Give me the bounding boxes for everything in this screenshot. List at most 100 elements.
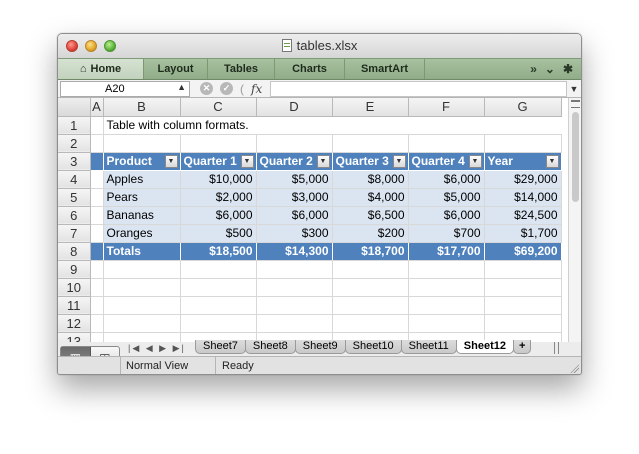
column-header-a[interactable]: A xyxy=(90,98,104,117)
row-header[interactable]: 2 xyxy=(58,134,91,153)
row-header[interactable]: 5 xyxy=(58,188,91,207)
cancel-entry-icon[interactable]: ✕ xyxy=(200,82,213,95)
split-handle[interactable] xyxy=(571,100,580,108)
filter-dropdown-icon[interactable]: ▼ xyxy=(164,154,178,168)
table-cell[interactable]: $24,500 xyxy=(484,206,562,225)
cell[interactable] xyxy=(256,134,333,153)
table-cell[interactable]: $6,000 xyxy=(256,206,333,225)
cell[interactable] xyxy=(90,314,104,333)
row-header[interactable]: 6 xyxy=(58,206,91,225)
ribbon-tab-smartart[interactable]: SmartArt xyxy=(345,59,425,79)
insert-function-icon[interactable]: fx xyxy=(251,82,262,96)
cell[interactable] xyxy=(332,134,409,153)
sheet-tab-sheet12[interactable]: Sheet12 xyxy=(455,340,514,354)
table-cell[interactable]: $6,000 xyxy=(408,206,485,225)
sheet-tab-sheet8[interactable]: Sheet8 xyxy=(244,340,296,354)
cell[interactable] xyxy=(90,206,104,225)
cell[interactable] xyxy=(484,134,562,153)
filter-dropdown-icon[interactable]: ▼ xyxy=(392,154,406,168)
table-header-cell[interactable]: Product ▼ xyxy=(103,152,181,171)
cell[interactable] xyxy=(484,296,562,315)
cell[interactable] xyxy=(180,314,257,333)
gear-icon[interactable]: ✱ xyxy=(563,62,573,76)
total-cell[interactable]: $18,500 xyxy=(180,242,257,261)
cell[interactable] xyxy=(180,296,257,315)
row-header[interactable]: 1 xyxy=(58,116,91,135)
cell[interactable] xyxy=(90,116,104,135)
table-cell[interactable]: Pears xyxy=(103,188,181,207)
title-cell[interactable]: Table with column formats. xyxy=(103,116,561,135)
column-header-g[interactable]: G xyxy=(484,98,562,117)
select-all-corner[interactable] xyxy=(58,98,91,117)
add-sheet-button[interactable]: + xyxy=(512,340,532,354)
cell[interactable] xyxy=(90,296,104,315)
cell[interactable] xyxy=(180,278,257,297)
cell[interactable] xyxy=(90,260,104,279)
table-header-cell[interactable]: Year ▼ xyxy=(484,152,562,171)
table-cell[interactable]: Oranges xyxy=(103,224,181,243)
sheet-tab-sheet7[interactable]: Sheet7 xyxy=(195,340,246,354)
filter-dropdown-icon[interactable]: ▼ xyxy=(240,154,254,168)
row-header[interactable]: 10 xyxy=(58,278,91,297)
sheet-tab-sheet10[interactable]: Sheet10 xyxy=(344,340,402,354)
cell[interactable] xyxy=(332,278,409,297)
column-header-c[interactable]: C xyxy=(180,98,257,117)
table-cell[interactable]: $700 xyxy=(408,224,485,243)
cell[interactable] xyxy=(90,170,104,189)
table-cell[interactable]: Bananas xyxy=(103,206,181,225)
sheet-tab-sheet9[interactable]: Sheet9 xyxy=(294,340,346,354)
cell[interactable] xyxy=(332,260,409,279)
sheet-nav-arrows[interactable]: |◀ ◀ ▶ ▶| xyxy=(128,343,186,354)
table-header-cell[interactable]: Quarter 3 ▼ xyxy=(332,152,409,171)
vertical-scrollbar[interactable] xyxy=(568,98,581,342)
cell[interactable] xyxy=(484,260,562,279)
cell[interactable] xyxy=(484,314,562,333)
cell[interactable] xyxy=(408,260,485,279)
table-cell[interactable]: $6,000 xyxy=(408,170,485,189)
resize-grip-icon[interactable] xyxy=(569,363,579,373)
row-header[interactable]: 3 xyxy=(58,152,91,171)
row-header[interactable]: 13 xyxy=(58,332,91,342)
name-box-stepper-icon[interactable]: ▲ xyxy=(177,82,186,92)
cell[interactable] xyxy=(256,314,333,333)
cell[interactable] xyxy=(256,260,333,279)
cell[interactable] xyxy=(90,152,104,171)
table-cell[interactable]: $10,000 xyxy=(180,170,257,189)
column-header-f[interactable]: F xyxy=(408,98,485,117)
table-cell[interactable]: $2,000 xyxy=(180,188,257,207)
horizontal-split-handle[interactable] xyxy=(554,342,559,354)
filter-dropdown-icon[interactable]: ▼ xyxy=(545,154,559,168)
table-header-cell[interactable]: Quarter 2 ▼ xyxy=(256,152,333,171)
table-cell[interactable]: $5,000 xyxy=(408,188,485,207)
cell[interactable] xyxy=(103,278,181,297)
ribbon-collapse-icon[interactable]: ⌄ xyxy=(545,62,555,76)
cell[interactable] xyxy=(90,188,104,207)
spreadsheet-grid[interactable]: ABCDEFG 1 Table with column formats. 2 3 Pro… xyxy=(58,98,568,342)
total-cell[interactable]: Totals xyxy=(103,242,181,261)
cell[interactable] xyxy=(103,332,181,342)
ribbon-tab-tables[interactable]: Tables xyxy=(208,59,275,79)
table-header-cell[interactable]: Quarter 4 ▼ xyxy=(408,152,485,171)
vertical-scroll-thumb[interactable] xyxy=(572,112,579,202)
cell[interactable] xyxy=(408,134,485,153)
cell[interactable] xyxy=(90,134,104,153)
column-header-b[interactable]: B xyxy=(103,98,181,117)
name-box[interactable]: A20 ▲ xyxy=(60,80,190,97)
table-cell[interactable]: $6,000 xyxy=(180,206,257,225)
cell[interactable] xyxy=(103,260,181,279)
title-bar[interactable]: tables.xlsx xyxy=(58,34,581,58)
cell[interactable] xyxy=(256,296,333,315)
cell[interactable] xyxy=(180,260,257,279)
confirm-entry-icon[interactable]: ✓ xyxy=(220,82,233,95)
column-header-e[interactable]: E xyxy=(332,98,409,117)
cell[interactable] xyxy=(180,134,257,153)
cell[interactable] xyxy=(408,314,485,333)
total-cell[interactable]: $69,200 xyxy=(484,242,562,261)
cell[interactable] xyxy=(90,224,104,243)
cell[interactable] xyxy=(90,242,104,261)
cell[interactable] xyxy=(332,314,409,333)
table-cell[interactable]: $14,000 xyxy=(484,188,562,207)
ribbon-overflow-icon[interactable]: » xyxy=(530,62,537,76)
cell[interactable] xyxy=(103,134,181,153)
table-cell[interactable]: Apples xyxy=(103,170,181,189)
